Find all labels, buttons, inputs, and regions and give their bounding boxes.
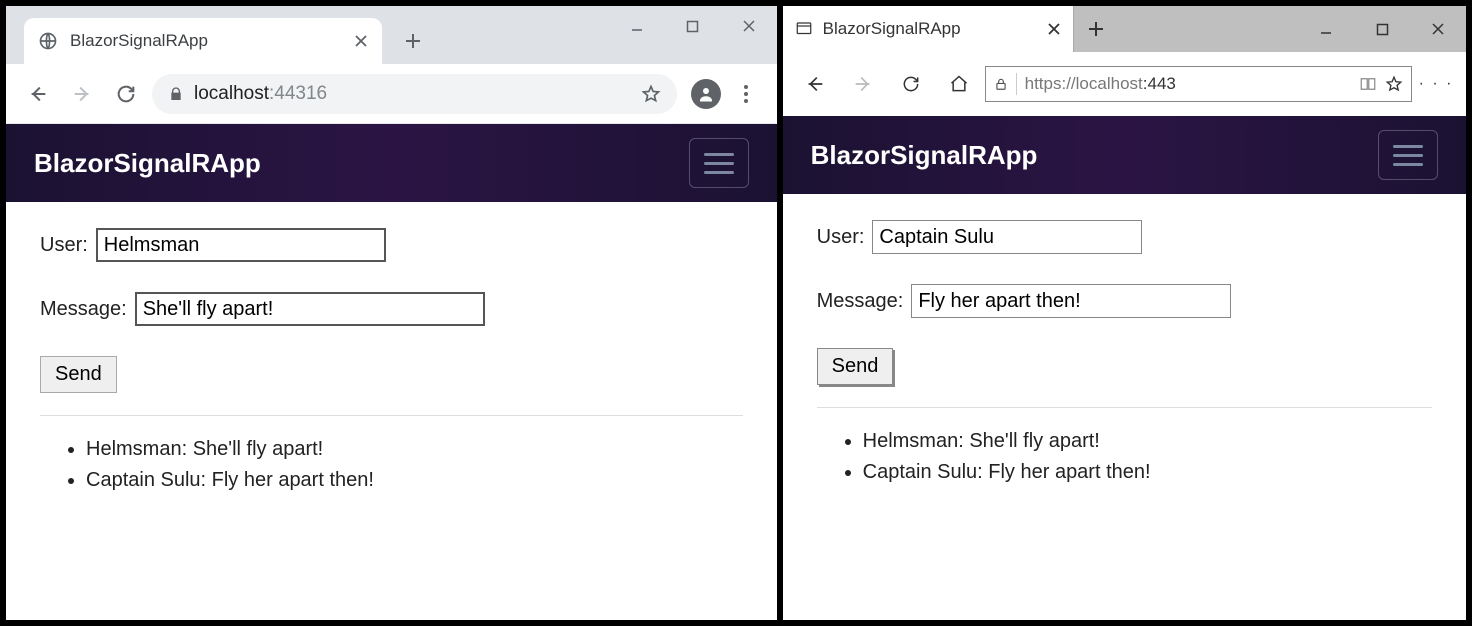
url-text: localhost:44316 [194, 83, 327, 105]
navbar-toggle-button[interactable] [689, 138, 749, 188]
app-title: BlazorSignalRApp [811, 140, 1038, 171]
url-text: https://localhost:443 [1025, 74, 1176, 94]
minimize-button[interactable] [609, 6, 665, 46]
divider [40, 415, 743, 416]
url-port: :443 [1143, 74, 1176, 93]
url-scheme: https:// [1025, 74, 1076, 93]
app-navbar: BlazorSignalRApp [6, 124, 777, 202]
close-tab-icon[interactable] [354, 34, 368, 48]
app-title: BlazorSignalRApp [34, 148, 261, 179]
close-window-button[interactable] [1410, 6, 1466, 52]
url-port: :44316 [269, 83, 327, 105]
bookmark-star-icon[interactable] [641, 84, 661, 104]
back-button[interactable] [20, 76, 56, 112]
message-item: Captain Sulu: Fly her apart then! [863, 461, 1432, 484]
app-body: User: Message: Send Helmsman: She'll fly… [6, 202, 777, 526]
user-input[interactable] [872, 220, 1142, 254]
close-window-button[interactable] [721, 6, 777, 46]
user-label: User: [817, 226, 865, 249]
chrome-toolbar: localhost:44316 [6, 64, 777, 124]
chrome-window: BlazorSignalRApp [6, 6, 777, 620]
close-tab-icon[interactable] [1047, 22, 1061, 36]
url-host: localhost [194, 83, 269, 105]
globe-icon [38, 31, 58, 51]
reading-view-icon[interactable] [1359, 75, 1377, 93]
home-button[interactable] [937, 64, 981, 104]
tab-title: BlazorSignalRApp [70, 31, 342, 51]
tab-title: BlazorSignalRApp [823, 19, 1037, 39]
chrome-tab-strip: BlazorSignalRApp [6, 6, 777, 64]
url-host: localhost [1076, 74, 1143, 93]
lock-icon [168, 86, 184, 102]
browser-tab[interactable]: BlazorSignalRApp [783, 6, 1073, 52]
window-controls [1298, 6, 1466, 52]
send-button[interactable]: Send [817, 348, 894, 385]
edge-toolbar: https://localhost:443 · · · [783, 52, 1466, 116]
forward-button[interactable] [841, 64, 885, 104]
send-button[interactable]: Send [40, 356, 117, 393]
message-input[interactable] [135, 292, 485, 326]
lock-icon [994, 77, 1008, 91]
message-item: Helmsman: She'll fly apart! [863, 430, 1432, 453]
maximize-button[interactable] [665, 6, 721, 46]
favorite-star-icon[interactable] [1385, 75, 1403, 93]
navbar-toggle-button[interactable] [1378, 130, 1438, 180]
separator [1016, 73, 1017, 95]
window-controls [609, 6, 777, 46]
edge-tab-strip: BlazorSignalRApp [783, 6, 1466, 52]
hamburger-icon [1393, 145, 1423, 148]
minimize-button[interactable] [1298, 6, 1354, 52]
app-navbar: BlazorSignalRApp [783, 116, 1466, 194]
forward-button[interactable] [64, 76, 100, 112]
message-item: Captain Sulu: Fly her apart then! [86, 469, 743, 492]
user-input[interactable] [96, 228, 386, 262]
new-tab-button[interactable] [1073, 6, 1119, 52]
browser-menu-button[interactable] [729, 85, 763, 103]
refresh-button[interactable] [889, 64, 933, 104]
profile-avatar[interactable] [691, 79, 721, 109]
message-list: Helmsman: She'll fly apart! Captain Sulu… [40, 438, 743, 492]
message-list: Helmsman: She'll fly apart! Captain Sulu… [817, 430, 1432, 484]
browser-menu-button[interactable]: · · · [1416, 75, 1456, 93]
maximize-button[interactable] [1354, 6, 1410, 52]
browser-tab[interactable]: BlazorSignalRApp [24, 18, 382, 64]
page-icon [795, 20, 813, 38]
message-item: Helmsman: She'll fly apart! [86, 438, 743, 461]
message-label: Message: [40, 298, 127, 321]
message-label: Message: [817, 290, 904, 313]
reload-button[interactable] [108, 76, 144, 112]
hamburger-icon [704, 153, 734, 156]
back-button[interactable] [793, 64, 837, 104]
edge-window: BlazorSignalRApp [783, 6, 1466, 620]
app-body: User: Message: Send Helmsman: She'll fly… [783, 194, 1466, 518]
address-bar[interactable]: localhost:44316 [152, 74, 677, 114]
new-tab-button[interactable] [396, 24, 430, 58]
divider [817, 407, 1432, 408]
message-input[interactable] [911, 284, 1231, 318]
user-label: User: [40, 234, 88, 257]
address-bar[interactable]: https://localhost:443 [985, 66, 1412, 102]
